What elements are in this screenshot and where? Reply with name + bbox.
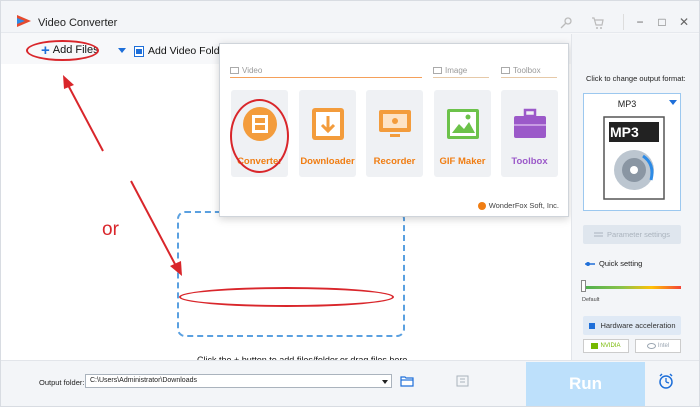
add-video-folder-button[interactable]: Add Video Folder — [134, 45, 229, 57]
output-format-panel: Click to change output format: MP3 MP3 P… — [571, 34, 699, 360]
tile-gif-maker-label: GIF Maker — [439, 156, 486, 167]
tile-toolbox-label: Toolbox — [511, 156, 548, 167]
hardware-acceleration-label: Hardware acceleration — [600, 321, 676, 330]
section-video: Video — [230, 66, 262, 75]
app-title: Video Converter — [38, 17, 118, 29]
or-annotation-text: or — [102, 219, 119, 240]
section-toolbox: Toolbox — [501, 66, 541, 75]
tile-downloader-label: Downloader — [300, 156, 355, 167]
hardware-acceleration-button[interactable]: Hardware acceleration — [583, 316, 681, 335]
parameter-settings-label: Parameter settings — [607, 230, 670, 239]
image-section-icon — [433, 67, 442, 74]
image-icon — [446, 109, 479, 139]
intel-badge: Intel — [635, 339, 681, 353]
intel-logo-icon — [646, 343, 656, 349]
add-files-button[interactable]: + Add Files — [41, 41, 99, 59]
slider-default-label: Default — [582, 297, 600, 303]
format-dropdown-icon[interactable] — [669, 100, 677, 105]
quality-slider-thumb[interactable] — [581, 280, 586, 292]
mp3-art-text: MP3 — [610, 124, 639, 140]
section-toolbox-label: Toolbox — [513, 66, 541, 75]
toolbox-section-icon — [501, 67, 510, 74]
section-image-label: Image — [445, 66, 468, 75]
output-folder-label: Output folder: — [39, 378, 85, 387]
close-button[interactable]: ✕ — [676, 14, 692, 30]
video-section-icon — [230, 67, 239, 74]
add-video-folder-label: Add Video Folder — [148, 45, 229, 57]
quality-slider-track[interactable] — [583, 286, 681, 289]
tile-downloader[interactable]: Downloader — [299, 90, 356, 177]
intel-badge-label: Intel — [657, 343, 670, 349]
add-files-label: Add Files — [52, 44, 99, 56]
output-format-hint: Click to change output format: — [586, 74, 686, 83]
minimize-button[interactable]: − — [632, 14, 648, 30]
nvidia-logo-icon — [591, 343, 599, 349]
section-video-label: Video — [242, 66, 263, 75]
tile-converter-label: Converter — [237, 156, 282, 167]
brand-text: WonderFox Soft, Inc. — [488, 201, 559, 210]
key-icon[interactable] — [559, 16, 573, 30]
quick-setting-label: Quick setting — [599, 259, 643, 268]
toolbox-icon — [513, 108, 546, 138]
output-folder-dropdown-icon[interactable] — [382, 380, 388, 384]
tile-recorder-label: Recorder — [373, 156, 416, 167]
toolbox-section-line — [501, 77, 557, 78]
merge-icon[interactable] — [456, 375, 469, 387]
parameter-settings-button[interactable]: Parameter settings — [583, 225, 681, 244]
output-format-selector[interactable]: MP3 MP3 — [583, 93, 681, 211]
run-button[interactable]: Run — [526, 362, 645, 406]
nvidia-badge: NVIDIA — [583, 339, 629, 353]
tile-gif-maker[interactable]: GIF Maker — [434, 90, 491, 177]
chip-icon — [589, 322, 596, 329]
screen-recorder-icon — [378, 110, 411, 137]
brand-footer: WonderFox Soft, Inc. — [477, 201, 559, 210]
film-icon — [242, 107, 277, 141]
alarm-clock-icon[interactable] — [658, 373, 674, 389]
download-icon — [311, 108, 344, 140]
title-bar: Video Converter − □ ✕ — [1, 1, 699, 33]
wonderfox-logo-icon — [477, 201, 486, 210]
open-folder-icon[interactable] — [400, 375, 414, 387]
app-window: Video Converter − □ ✕ + Add Files Add Vi… — [0, 0, 700, 407]
folder-video-icon — [134, 45, 144, 57]
plus-icon: + — [41, 41, 50, 59]
nvidia-badge-label: NVIDIA — [600, 343, 621, 349]
app-logo-icon — [17, 15, 31, 27]
section-image: Image — [433, 66, 467, 75]
output-format-name: MP3 — [617, 99, 637, 109]
video-section-line — [230, 77, 422, 78]
maximize-button[interactable]: □ — [654, 14, 670, 30]
title-divider — [623, 14, 624, 30]
bottom-bar: Output folder: C:\Users\Administrator\Do… — [1, 360, 699, 406]
module-popup-menu: Video Image Toolbox Converter Downloader… — [219, 43, 569, 217]
quick-setting-icon — [585, 261, 595, 266]
tile-converter[interactable]: Converter — [231, 90, 288, 177]
add-files-dropdown-icon[interactable] — [118, 48, 126, 53]
drop-zone-dashed-box[interactable] — [177, 211, 405, 337]
quick-setting-label-row: Quick setting — [585, 259, 642, 268]
output-folder-field[interactable]: C:\Users\Administrator\Downloads — [85, 374, 392, 388]
tile-toolbox[interactable]: Toolbox — [501, 90, 558, 177]
cart-icon[interactable] — [591, 16, 605, 30]
settings-sliders-icon — [594, 232, 604, 237]
tile-recorder[interactable]: Recorder — [366, 90, 423, 177]
image-section-line — [433, 77, 489, 78]
